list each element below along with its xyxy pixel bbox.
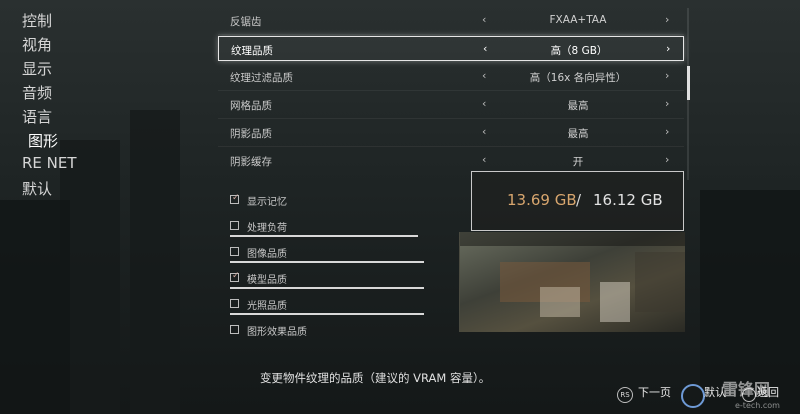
checkbox-label: 图像品质 xyxy=(247,249,287,260)
memory-usage-bar xyxy=(230,261,424,263)
arrow-left-icon[interactable]: ‹ xyxy=(482,69,486,82)
memory-usage-bar xyxy=(230,313,424,315)
next-page-button[interactable]: 下一页 xyxy=(638,384,671,400)
setting-label: 反锯齿 xyxy=(230,16,262,28)
setting-value: FXAA+TAA xyxy=(549,14,607,26)
nav-item-re-net[interactable]: RE NET xyxy=(22,154,77,172)
setting-label: 阴影缓存 xyxy=(230,156,272,168)
controller-button-icon xyxy=(681,384,705,408)
nav-item-display[interactable]: 显示 xyxy=(22,58,52,79)
setting-row-texture-quality[interactable]: 纹理品质 ‹ 高（8 GB） › xyxy=(218,36,684,61)
checkbox-label: 处理负荷 xyxy=(247,223,287,234)
checkbox-box[interactable]: ✓ xyxy=(230,271,240,282)
setting-description: 变更物件纹理的品质（建议的 VRAM 容量）。 xyxy=(260,371,491,385)
rs-button-icon: RS xyxy=(617,387,633,403)
memory-usage-bar xyxy=(230,235,418,237)
setting-row-texture-filtering[interactable]: 纹理过滤品质 ‹ 高（16x 各向异性） › xyxy=(218,64,684,89)
arrow-right-icon[interactable]: › xyxy=(665,13,669,26)
row-divider xyxy=(218,34,684,35)
memory-usage-bar xyxy=(230,287,424,289)
setting-row-mesh-quality[interactable]: 网格品质 ‹ 最高 › xyxy=(218,92,684,117)
row-divider xyxy=(218,118,684,119)
checkbox-label: 模型品质 xyxy=(247,275,287,286)
arrow-left-icon[interactable]: ‹ xyxy=(482,97,486,110)
checkbox-label: 显示记忆 xyxy=(247,197,287,208)
arrow-left-icon[interactable]: ‹ xyxy=(482,153,486,166)
checkbox-effects-quality[interactable]: 图形效果品质 xyxy=(230,325,430,351)
vram-usage-panel: 13.69 GB / 16.12 GB xyxy=(471,171,684,231)
checkmark-icon: ✓ xyxy=(232,271,240,281)
arrow-left-icon[interactable]: ‹ xyxy=(483,42,487,55)
arrow-right-icon[interactable]: › xyxy=(666,42,670,55)
checkbox-box[interactable] xyxy=(230,221,239,230)
checkbox-processing-load[interactable]: 处理负荷 xyxy=(230,221,430,247)
arrow-right-icon[interactable]: › xyxy=(665,153,669,166)
setting-value: 开 xyxy=(572,156,584,168)
watermark-logo: 雷锋网 xyxy=(722,380,771,399)
setting-row-shadow-quality[interactable]: 阴影品质 ‹ 最高 › xyxy=(218,120,684,145)
arrow-right-icon[interactable]: › xyxy=(665,125,669,138)
checkbox-box[interactable] xyxy=(230,247,239,256)
checkbox-box[interactable]: ✓ xyxy=(230,193,240,204)
vram-used-value: 13.69 GB xyxy=(507,191,577,209)
bg-building xyxy=(0,200,70,414)
setting-label: 网格品质 xyxy=(230,100,272,112)
arrow-left-icon[interactable]: ‹ xyxy=(482,125,486,138)
arrow-right-icon[interactable]: › xyxy=(665,97,669,110)
watermark-url: e-tech.com xyxy=(735,401,780,410)
row-divider xyxy=(218,146,684,147)
arrow-left-icon[interactable]: ‹ xyxy=(482,13,486,26)
setting-label: 纹理过滤品质 xyxy=(230,72,293,84)
nav-item-audio[interactable]: 音频 xyxy=(22,82,52,103)
checkbox-box[interactable] xyxy=(230,325,239,334)
checkbox-box[interactable] xyxy=(230,299,239,308)
row-divider xyxy=(218,90,684,91)
setting-row-shadow-cache[interactable]: 阴影缓存 ‹ 开 › xyxy=(218,148,684,173)
checkbox-label: 光照品质 xyxy=(247,301,287,312)
setting-value: 最高 xyxy=(567,128,589,140)
setting-label: 纹理品质 xyxy=(231,45,273,57)
vram-total-value: 16.12 GB xyxy=(593,191,663,209)
nav-item-language[interactable]: 语言 xyxy=(22,106,52,127)
vram-separator: / xyxy=(576,191,582,209)
setting-label: 阴影品质 xyxy=(230,128,272,140)
nav-item-controls[interactable]: 控制 xyxy=(22,10,52,31)
nav-item-camera[interactable]: 视角 xyxy=(22,34,52,55)
arrow-right-icon[interactable]: › xyxy=(665,69,669,82)
checkbox-image-quality[interactable]: 图像品质 xyxy=(230,247,430,273)
texture-preview-image xyxy=(459,232,685,332)
nav-item-default[interactable]: 默认 xyxy=(22,178,52,199)
scrollbar-thumb[interactable] xyxy=(687,66,690,100)
bg-building xyxy=(130,110,180,414)
checkbox-lighting-quality[interactable]: 光照品质 xyxy=(230,299,430,325)
setting-value: 高（16x 各向异性） xyxy=(529,72,627,84)
setting-value: 最高 xyxy=(567,100,589,112)
setting-row-anti-aliasing[interactable]: 反锯齿 ‹ FXAA+TAA › xyxy=(218,8,684,33)
nav-item-graphics[interactable]: 图形 xyxy=(28,130,58,151)
checkbox-label: 图形效果品质 xyxy=(247,327,307,338)
checkbox-show-memory[interactable]: ✓ 显示记忆 xyxy=(230,193,430,221)
checkmark-icon: ✓ xyxy=(232,193,240,203)
setting-value: 高（8 GB） xyxy=(550,45,608,57)
checkbox-model-quality[interactable]: ✓ 模型品质 xyxy=(230,271,430,299)
